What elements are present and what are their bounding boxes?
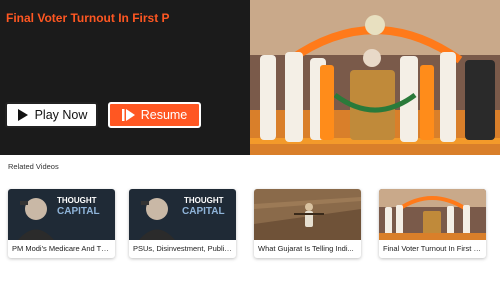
thumbnail-brand-text: THOUGHT — [57, 196, 97, 205]
video-thumbnail — [379, 189, 486, 240]
related-videos-heading: Related Videos — [8, 162, 59, 171]
video-caption: PM Modi's Medicare And The... — [12, 244, 115, 253]
related-video-card[interactable]: THOUGHT CAPITAL PM Modi's Medicare And T… — [8, 189, 115, 258]
resume-icon — [121, 109, 135, 122]
video-title: Final Voter Turnout In First P — [6, 11, 170, 25]
thumbnail-brand-text: CAPITAL — [57, 206, 100, 217]
related-video-card[interactable]: What Gujarat Is Telling Indi... — [254, 189, 361, 258]
related-video-card[interactable]: Final Voter Turnout In First P... — [379, 189, 486, 258]
related-video-card[interactable]: THOUGHT CAPITAL PSUs, Disinvestment, Pub… — [129, 189, 236, 258]
video-thumbnail: THOUGHT CAPITAL — [129, 189, 236, 240]
thumbnail-brand-text: THOUGHT — [184, 196, 224, 205]
thumbnail-brand-text: CAPITAL — [182, 206, 225, 217]
video-caption: What Gujarat Is Telling Indi... — [258, 244, 354, 253]
video-thumbnail — [254, 189, 361, 240]
play-now-label: Play Now — [34, 108, 88, 122]
video-thumbnail — [250, 0, 500, 155]
video-caption: PSUs, Disinvestment, Public... — [133, 244, 235, 253]
play-now-button[interactable]: Play Now — [5, 102, 98, 128]
video-player[interactable]: Final Voter Turnout In First P Play Now … — [0, 0, 500, 155]
video-caption: Final Voter Turnout In First P... — [383, 244, 484, 253]
resume-label: Resume — [140, 108, 188, 122]
play-icon — [16, 109, 29, 122]
video-thumbnail: THOUGHT CAPITAL — [8, 189, 115, 240]
resume-button[interactable]: Resume — [108, 102, 201, 128]
